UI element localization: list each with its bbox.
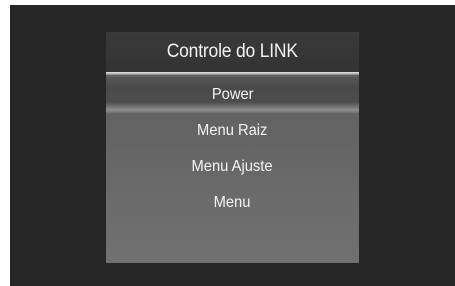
menu-list: Power Menu Raiz Menu Ajuste Menu [106, 77, 359, 221]
menu-item-label: Menu [214, 194, 251, 211]
panel-title: Controle do LINK [166, 41, 299, 62]
menu-item-menu-ajuste[interactable]: Menu Ajuste [106, 149, 359, 185]
tv-screen: Controle do LINK Power Menu Raiz Menu Aj… [10, 5, 455, 286]
menu-item-power[interactable]: Power [106, 77, 359, 113]
menu-item-menu[interactable]: Menu [106, 185, 359, 221]
menu-item-label: Menu Ajuste [191, 158, 274, 175]
panel-header: Controle do LINK [106, 32, 359, 72]
menu-item-menu-raiz[interactable]: Menu Raiz [106, 113, 359, 149]
header-divider [106, 72, 359, 75]
menu-item-label: Menu Raiz [197, 122, 268, 139]
link-control-menu-panel: Controle do LINK Power Menu Raiz Menu Aj… [106, 32, 359, 263]
menu-item-label: Power [211, 86, 254, 103]
